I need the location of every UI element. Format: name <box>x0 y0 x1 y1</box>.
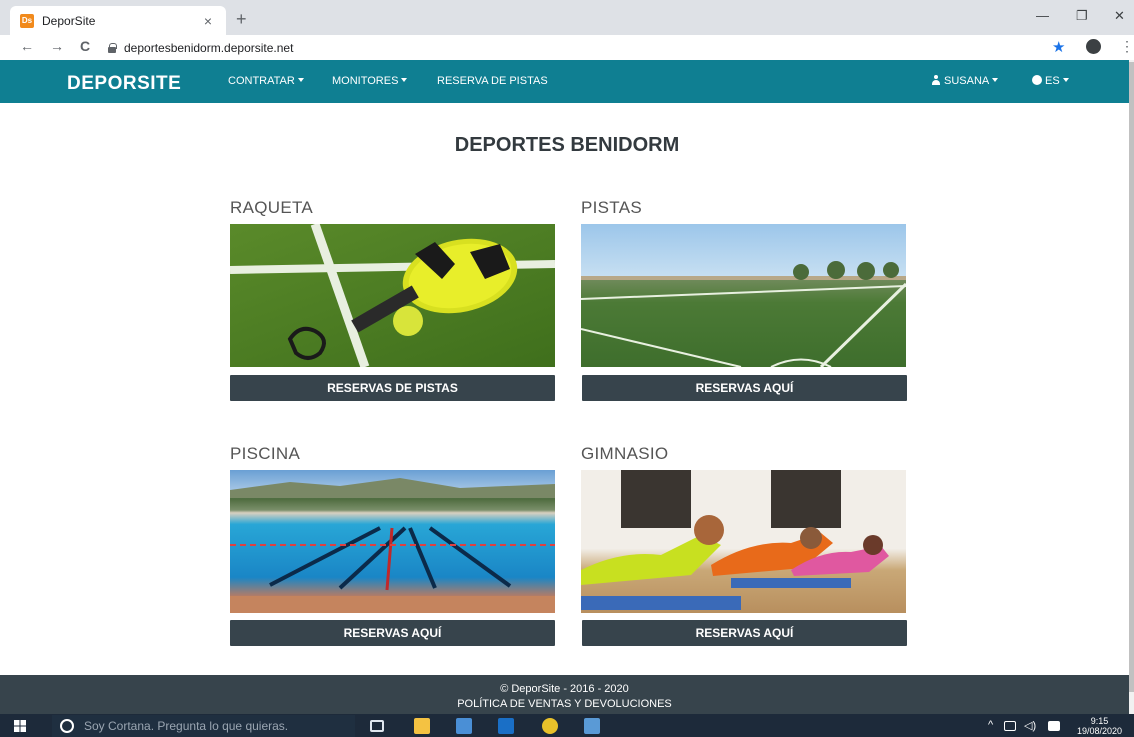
language-label: ES <box>1045 75 1060 87</box>
swimming-pool-image <box>230 470 555 613</box>
nav-item-contratar[interactable]: CONTRATAR <box>228 75 304 87</box>
taskbar-clock[interactable]: 9:15 19/08/2020 <box>1077 716 1122 736</box>
reload-icon[interactable]: C <box>80 38 90 54</box>
network-app-icon[interactable] <box>456 718 472 734</box>
footer-copyright: © DeporSite - 2016 - 2020 <box>500 683 629 695</box>
caret-down-icon <box>401 78 408 82</box>
deporsite-favicon-icon: Ds <box>20 13 34 28</box>
tab-close-icon[interactable]: × <box>200 13 216 29</box>
card-title-gimnasio: GIMNASIO <box>581 444 669 463</box>
reservas-aqui-button-piscina[interactable]: RESERVAS AQUÍ <box>230 620 555 646</box>
cortana-search-box[interactable]: Soy Cortana. Pregunta lo que quieras. <box>52 715 355 737</box>
bookmark-star-icon[interactable]: ★ <box>1052 38 1065 56</box>
cortana-icon <box>60 719 74 733</box>
clock-time: 9:15 <box>1090 716 1109 726</box>
browser-toolbar: ← → C deportesbenidorm.deporsite.net ★ ⋮ <box>0 35 1134 60</box>
globe-icon <box>1032 75 1042 85</box>
windows-taskbar: Soy Cortana. Pregunta lo que quieras. ^ … <box>0 714 1134 737</box>
user-menu[interactable]: SUSANA <box>931 75 999 87</box>
clock-date: 19/08/2020 <box>1077 726 1123 736</box>
tray-volume-icon[interactable]: ◁) <box>1024 719 1036 732</box>
site-navbar: DEPORSITE CONTRATAR MONITORES RESERVA DE… <box>0 60 1129 103</box>
footer-policy-link[interactable]: POLÍTICA DE VENTAS Y DEVOLUCIONES <box>0 697 1129 712</box>
nav-item-label: MONITORES <box>332 75 399 87</box>
nav-item-label: CONTRATAR <box>228 75 295 87</box>
outlook-icon[interactable] <box>498 718 514 734</box>
browser-tabstrip: Ds DeporSite × + — ❐ ✕ <box>0 0 1134 35</box>
reservas-aqui-button-gimnasio[interactable]: RESERVAS AQUÍ <box>582 620 907 646</box>
tray-network-icon[interactable] <box>1004 721 1016 731</box>
caret-down-icon <box>992 78 999 82</box>
minimize-icon[interactable]: — <box>1036 8 1049 23</box>
tray-notification-icon[interactable] <box>1048 721 1060 731</box>
chrome-icon[interactable] <box>542 718 558 734</box>
tray-chevron-up-icon[interactable]: ^ <box>988 719 993 731</box>
card-title-raqueta: RAQUETA <box>230 198 314 217</box>
close-window-icon[interactable]: ✕ <box>1114 8 1125 24</box>
brand-logo[interactable]: DEPORSITE <box>67 73 181 95</box>
page-title: DEPORTES BENIDORM <box>454 134 680 156</box>
padel-racket-image <box>230 224 555 367</box>
task-view-icon[interactable] <box>370 720 384 732</box>
profile-avatar-icon[interactable] <box>1086 39 1101 54</box>
url-text: deportesbenidorm.deporsite.net <box>124 40 294 55</box>
football-field-image <box>581 224 906 367</box>
address-bar[interactable]: deportesbenidorm.deporsite.net <box>108 37 1008 58</box>
site-footer: © DeporSite - 2016 - 2020 POLÍTICA DE VE… <box>0 675 1129 714</box>
tab-title: DeporSite <box>42 13 96 28</box>
card-title-pistas: PISTAS <box>581 198 643 217</box>
card-title-piscina: PISCINA <box>230 444 301 463</box>
new-tab-icon[interactable]: + <box>236 9 247 30</box>
nav-item-monitores[interactable]: MONITORES <box>332 75 408 87</box>
word-icon[interactable] <box>584 718 600 734</box>
forward-icon[interactable]: → <box>50 38 64 54</box>
gym-class-image <box>581 470 906 613</box>
restore-icon[interactable]: ❐ <box>1076 8 1088 24</box>
browser-menu-icon[interactable]: ⋮ <box>1120 38 1134 55</box>
cortana-placeholder: Soy Cortana. Pregunta lo que quieras. <box>84 719 289 733</box>
language-menu[interactable]: ES <box>1032 75 1069 87</box>
reservas-aqui-button-pistas[interactable]: RESERVAS AQUÍ <box>582 375 907 401</box>
browser-tab[interactable]: Ds DeporSite × <box>10 6 226 35</box>
nav-item-reserva-de-pistas[interactable]: RESERVA DE PISTAS <box>437 75 548 87</box>
caret-down-icon <box>1062 78 1069 82</box>
lock-icon <box>108 42 117 53</box>
reservas-de-pistas-button[interactable]: RESERVAS DE PISTAS <box>230 375 555 401</box>
caret-down-icon <box>297 78 304 82</box>
user-name: SUSANA <box>944 75 990 87</box>
back-icon[interactable]: ← <box>20 38 34 54</box>
user-icon <box>931 75 941 85</box>
file-explorer-icon[interactable] <box>414 718 430 734</box>
windows-start-icon[interactable] <box>14 720 26 732</box>
